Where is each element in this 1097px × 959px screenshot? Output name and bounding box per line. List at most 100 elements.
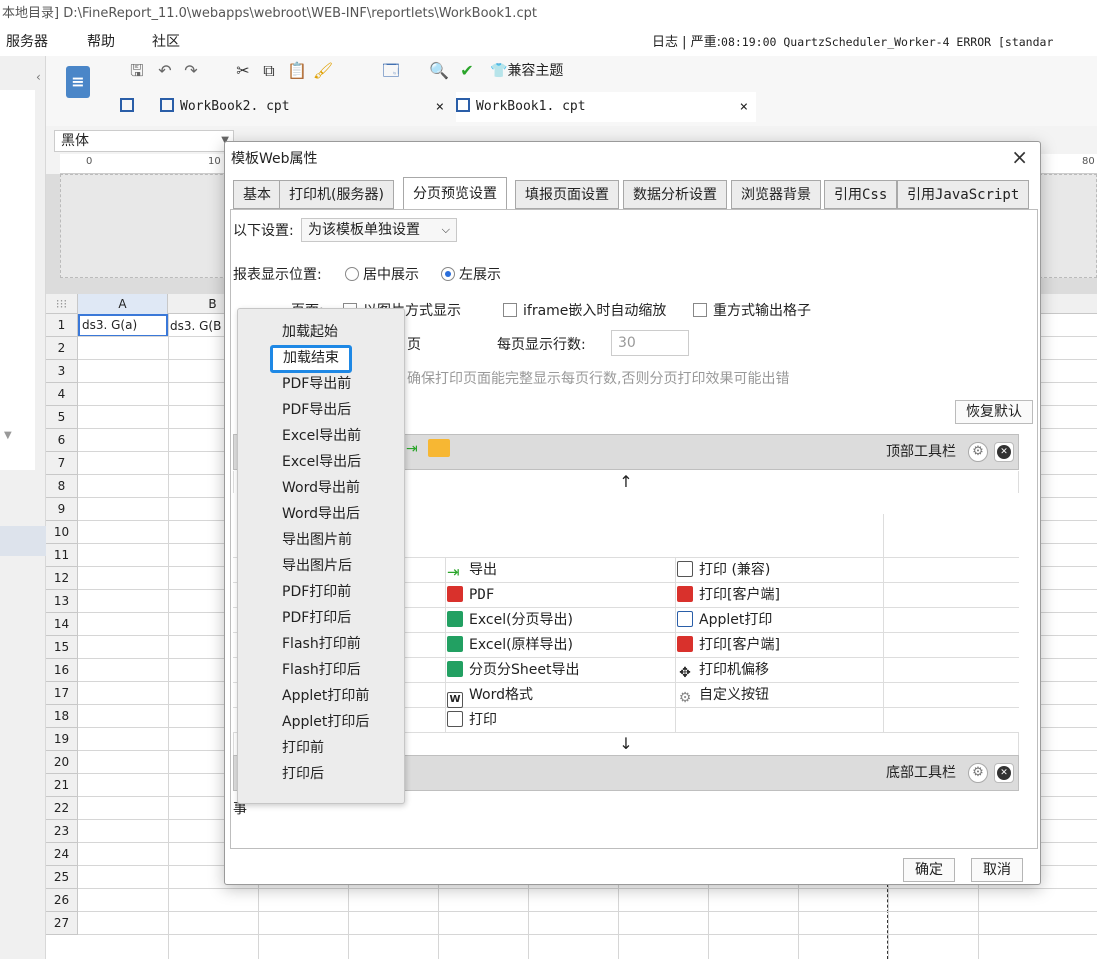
- close-icon[interactable]: [994, 763, 1014, 783]
- close-tab-icon[interactable]: ×: [740, 92, 748, 122]
- gear-icon[interactable]: ⚙: [968, 763, 988, 783]
- btn-print-compat[interactable]: 打印 (兼容): [677, 558, 770, 583]
- checkbox-iframe-zoom[interactable]: iframe嵌入时自动缩放: [503, 300, 666, 320]
- row-header[interactable]: 27: [46, 912, 78, 935]
- btn-applet-print[interactable]: Applet打印: [677, 608, 772, 633]
- log-status[interactable]: 日志 | 严重:08:19:00 QuartzScheduler_Worker-…: [652, 28, 1053, 57]
- popup-item[interactable]: PDF导出前: [282, 371, 351, 397]
- preview-icon[interactable]: 🗔: [380, 60, 402, 82]
- row-header[interactable]: 23: [46, 820, 78, 843]
- checkbox-repeat-cells[interactable]: 重方式输出格子: [693, 300, 811, 320]
- popup-item[interactable]: 加载结束: [270, 345, 352, 373]
- tab-fill-page[interactable]: 填报页面设置: [515, 180, 619, 209]
- save-icon[interactable]: 🖫: [126, 60, 148, 82]
- cell-a1[interactable]: ds3. G(a): [78, 314, 168, 337]
- row-header[interactable]: 17: [46, 682, 78, 705]
- row-header[interactable]: 20: [46, 751, 78, 774]
- setting-select[interactable]: 为该模板单独设置 ⌵: [301, 218, 457, 242]
- btn-print[interactable]: 打印: [447, 708, 497, 733]
- popup-item[interactable]: Applet打印后: [282, 709, 369, 735]
- row-header[interactable]: 14: [46, 613, 78, 636]
- row-header[interactable]: 19: [46, 728, 78, 751]
- popup-item[interactable]: 导出图片后: [282, 553, 352, 579]
- tab-page-preview[interactable]: 分页预览设置: [403, 177, 507, 210]
- check-icon[interactable]: ✔: [456, 60, 478, 82]
- close-tab-icon[interactable]: ×: [436, 92, 444, 122]
- popup-item[interactable]: PDF打印前: [282, 579, 351, 605]
- radio-left[interactable]: 左展示: [441, 264, 501, 284]
- popup-item[interactable]: 打印后: [282, 761, 324, 787]
- btn-excel-original[interactable]: Excel(原样导出): [447, 633, 573, 658]
- zoom-icon[interactable]: 🔍: [428, 60, 450, 82]
- row-header[interactable]: 2: [46, 337, 78, 360]
- btn-print-client[interactable]: 打印[客户端]: [677, 583, 780, 608]
- row-header[interactable]: 10: [46, 521, 78, 544]
- row-header[interactable]: 7: [46, 452, 78, 475]
- btn-export[interactable]: ⇥ 导出: [447, 558, 497, 583]
- popup-item[interactable]: PDF打印后: [282, 605, 351, 631]
- tab-workbook1[interactable]: WorkBook1. cpt ×: [456, 92, 756, 122]
- ok-button[interactable]: 确定: [903, 858, 955, 882]
- tab-workbook2[interactable]: WorkBook2. cpt ×: [160, 92, 452, 122]
- row-header[interactable]: 26: [46, 889, 78, 912]
- row-header[interactable]: 13: [46, 590, 78, 613]
- tab-javascript[interactable]: 引用JavaScript: [897, 180, 1030, 209]
- row-header[interactable]: 9: [46, 498, 78, 521]
- popup-item[interactable]: Flash打印前: [282, 631, 361, 657]
- row-header[interactable]: 24: [46, 843, 78, 866]
- popup-item[interactable]: PDF导出后: [282, 397, 351, 423]
- btn-sheet-export[interactable]: 分页分Sheet导出: [447, 658, 579, 683]
- row-header[interactable]: 18: [46, 705, 78, 728]
- menu-server[interactable]: 服务器: [6, 28, 48, 56]
- popup-item[interactable]: Excel导出后: [282, 449, 361, 475]
- copy-icon[interactable]: ⧉: [258, 60, 280, 82]
- collapse-left-icon[interactable]: ‹: [36, 70, 41, 84]
- row-header[interactable]: 6: [46, 429, 78, 452]
- paste-icon[interactable]: 📋: [286, 60, 308, 82]
- undo-icon[interactable]: ↶: [154, 60, 176, 82]
- popup-item[interactable]: 加载起始: [282, 319, 338, 345]
- popup-item[interactable]: Word导出后: [282, 501, 360, 527]
- row-header[interactable]: 4: [46, 383, 78, 406]
- btn-pdf[interactable]: PDF: [447, 583, 494, 608]
- tab-browser-background[interactable]: 浏览器背景: [731, 180, 821, 209]
- tab-printer-server[interactable]: 打印机(服务器): [279, 180, 394, 209]
- restore-default-button[interactable]: 恢复默认: [955, 400, 1033, 424]
- popup-item[interactable]: Excel导出前: [282, 423, 361, 449]
- popup-item[interactable]: Word导出前: [282, 475, 360, 501]
- btn-excel-page[interactable]: Excel(分页导出): [447, 608, 573, 633]
- row-header[interactable]: 1: [46, 314, 78, 337]
- gear-icon[interactable]: ⚙: [968, 442, 988, 462]
- row-header[interactable]: 21: [46, 774, 78, 797]
- popup-item[interactable]: Applet打印前: [282, 683, 369, 709]
- btn-printer-offset[interactable]: ✥ 打印机偏移: [677, 658, 769, 683]
- tab-basic[interactable]: 基本: [233, 180, 281, 209]
- expand-down-icon[interactable]: ▼: [4, 430, 12, 441]
- rows-per-page-input[interactable]: 30: [611, 330, 689, 356]
- theme-button[interactable]: 👕兼容主题: [490, 60, 563, 82]
- template-icon[interactable]: ≡: [66, 66, 90, 98]
- row-header[interactable]: 8: [46, 475, 78, 498]
- close-icon[interactable]: ×: [1011, 144, 1028, 170]
- redo-icon[interactable]: ↷: [180, 60, 202, 82]
- row-header[interactable]: 5: [46, 406, 78, 429]
- tab-css[interactable]: 引用Css: [824, 180, 898, 209]
- row-header[interactable]: 25: [46, 866, 78, 889]
- column-header-a[interactable]: A: [78, 294, 168, 314]
- format-painter-icon[interactable]: 🖌: [312, 60, 334, 82]
- row-header[interactable]: 22: [46, 797, 78, 820]
- btn-print-client-2[interactable]: 打印[客户端]: [677, 633, 780, 658]
- row-header[interactable]: 16: [46, 659, 78, 682]
- popup-item[interactable]: Flash打印后: [282, 657, 361, 683]
- row-header[interactable]: 3: [46, 360, 78, 383]
- row-header[interactable]: 12: [46, 567, 78, 590]
- cancel-button[interactable]: 取消: [971, 858, 1023, 882]
- cell-b1[interactable]: ds3. G(B: [170, 316, 230, 337]
- row-header[interactable]: 15: [46, 636, 78, 659]
- cut-icon[interactable]: ✂: [232, 60, 254, 82]
- popup-item[interactable]: 打印前: [282, 735, 324, 761]
- font-family-select[interactable]: 黑体▼: [54, 130, 234, 152]
- close-icon[interactable]: [994, 442, 1014, 462]
- menu-community[interactable]: 社区: [152, 28, 180, 56]
- btn-word[interactable]: W Word格式: [447, 683, 533, 708]
